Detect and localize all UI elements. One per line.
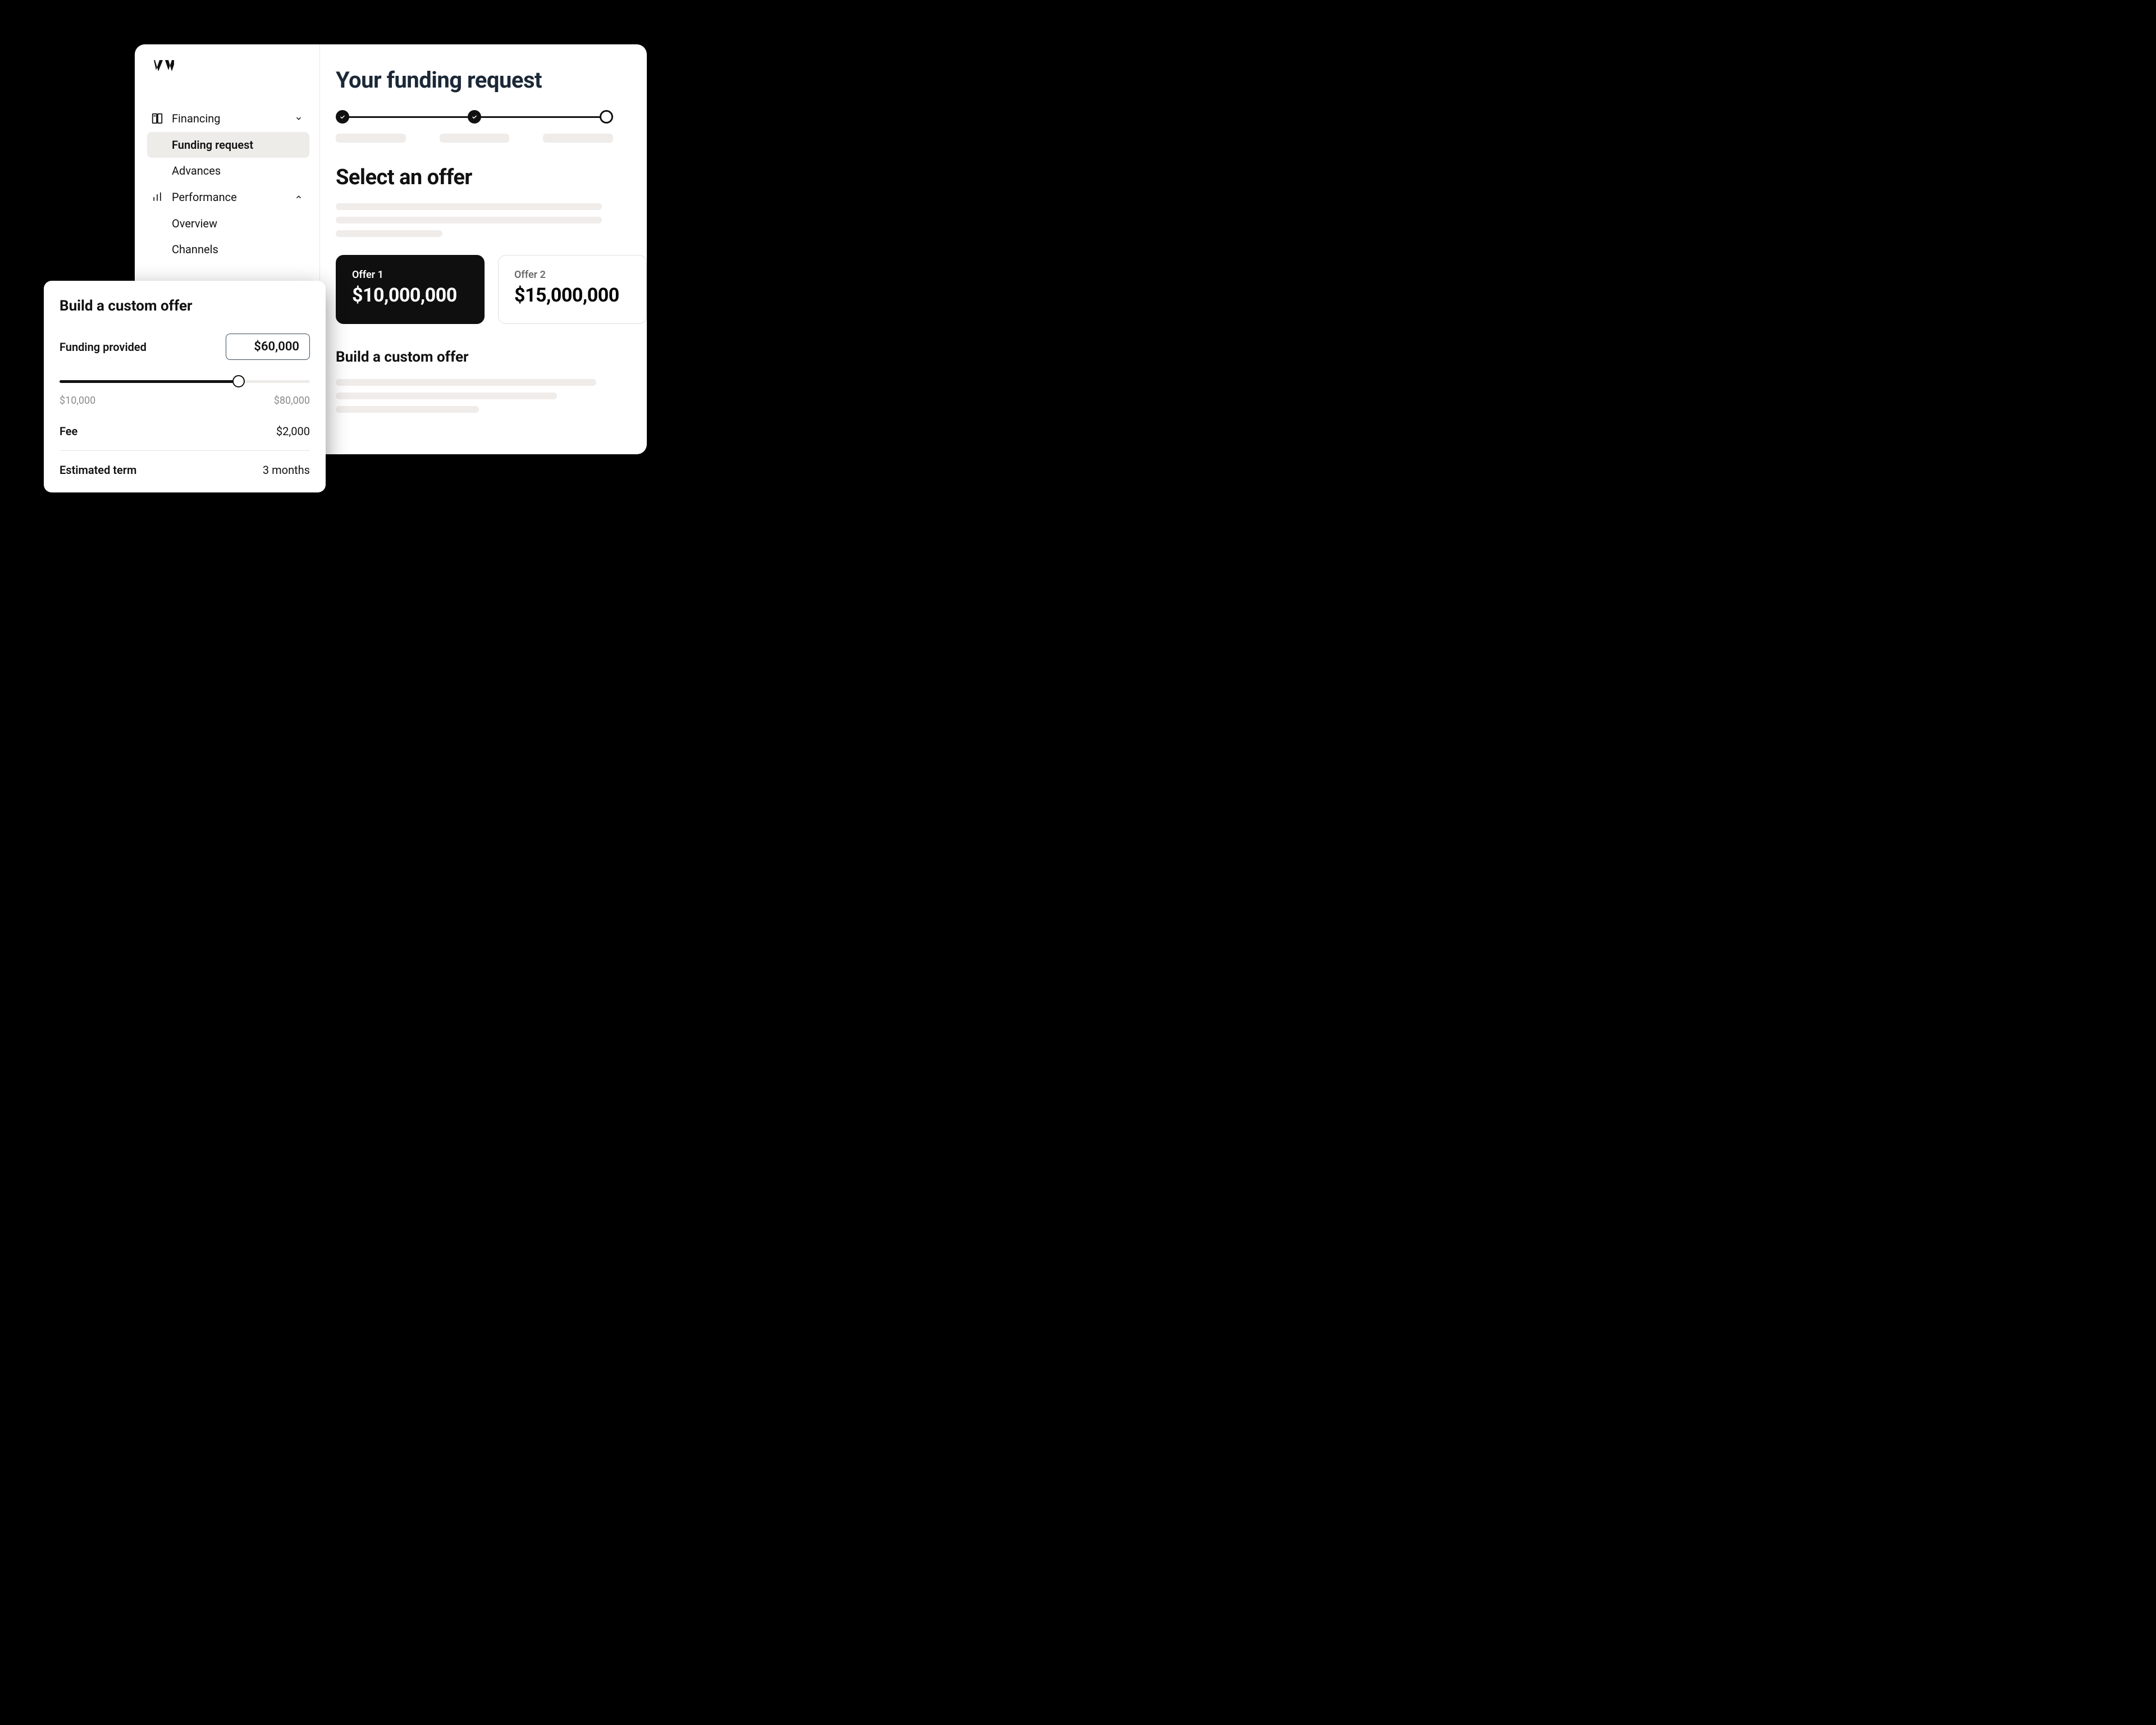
slider-thumb[interactable] xyxy=(232,375,245,387)
nav-sub-label: Funding request xyxy=(172,138,253,152)
description-placeholder xyxy=(336,203,602,237)
slider-fill xyxy=(60,380,239,383)
bars-icon xyxy=(150,191,164,203)
placeholder-bar xyxy=(336,230,442,237)
nav-sub-funding-request[interactable]: Funding request xyxy=(147,132,309,158)
term-row: Estimated term 3 months xyxy=(60,460,310,480)
nav-sub-overview[interactable]: Overview xyxy=(147,211,309,236)
cards-icon xyxy=(150,112,164,125)
fee-row: Fee $2,000 xyxy=(60,421,310,441)
term-label: Estimated term xyxy=(60,463,136,477)
custom-offer-card: Build a custom offer Funding provided $6… xyxy=(44,281,326,492)
chevron-up-icon xyxy=(294,193,304,201)
slider-min-label: $10,000 xyxy=(60,395,95,407)
nav-item-performance[interactable]: Performance xyxy=(147,184,309,211)
nav-sub-channels[interactable]: Channels xyxy=(147,236,309,262)
step-labels-placeholder xyxy=(336,134,613,143)
funding-provided-label: Funding provided xyxy=(60,340,147,354)
offer-label: Offer 2 xyxy=(514,269,631,281)
placeholder-bar xyxy=(336,393,557,399)
funding-amount-input[interactable]: $60,000 xyxy=(226,334,310,360)
page-title: Your funding request xyxy=(336,67,647,93)
fee-value: $2,000 xyxy=(276,425,310,438)
nav-group-performance: Performance Overview Channels xyxy=(147,184,309,262)
divider xyxy=(60,450,310,451)
placeholder-bar xyxy=(336,217,602,223)
nav-sub-label: Channels xyxy=(172,243,218,256)
nav-group-financing: Financing Funding request Advances xyxy=(147,105,309,184)
chevron-down-icon xyxy=(294,115,304,122)
offer-label: Offer 1 xyxy=(352,269,468,281)
offer-card-2[interactable]: Offer 2 $15,000,000 xyxy=(498,255,647,324)
nav-sub-advances[interactable]: Advances xyxy=(147,158,309,184)
check-icon xyxy=(339,113,346,120)
placeholder-bar xyxy=(543,134,613,143)
offer-card-1[interactable]: Offer 1 $10,000,000 xyxy=(336,255,485,324)
custom-offer-title: Build a custom offer xyxy=(60,298,310,314)
logo-icon xyxy=(149,60,174,75)
nav-sub-label: Overview xyxy=(172,217,217,230)
nav-label: Financing xyxy=(172,112,286,125)
placeholder-bar xyxy=(336,379,596,386)
main-content: Your funding request Select an offer Off… xyxy=(320,44,647,454)
offer-amount: $10,000,000 xyxy=(352,284,468,307)
offer-list: Offer 1 $10,000,000 Offer 2 $15,000,000 xyxy=(336,255,647,324)
nav-label: Performance xyxy=(172,190,286,204)
brand-logo xyxy=(149,60,309,75)
step-dot-2 xyxy=(468,110,481,124)
funding-provided-row: Funding provided $60,000 xyxy=(60,334,310,360)
slider-bounds: $10,000 $80,000 xyxy=(60,395,310,407)
offer-amount: $15,000,000 xyxy=(514,284,631,307)
nav-item-financing[interactable]: Financing xyxy=(147,105,309,132)
nav-sub-label: Advances xyxy=(172,164,221,177)
fee-label: Fee xyxy=(60,425,77,438)
description-placeholder xyxy=(336,379,596,413)
placeholder-bar xyxy=(336,134,406,143)
term-value: 3 months xyxy=(263,463,310,477)
progress-stepper xyxy=(336,110,613,124)
placeholder-bar xyxy=(440,134,510,143)
funding-slider[interactable] xyxy=(60,376,310,387)
step-dot-1 xyxy=(336,110,349,124)
placeholder-bar xyxy=(336,203,602,210)
placeholder-bar xyxy=(336,406,479,413)
section-title-custom-offer: Build a custom offer xyxy=(336,349,647,366)
slider-max-label: $80,000 xyxy=(274,395,310,407)
section-title-select-offer: Select an offer xyxy=(336,165,647,190)
step-dot-3 xyxy=(600,110,613,124)
check-icon xyxy=(471,113,478,120)
